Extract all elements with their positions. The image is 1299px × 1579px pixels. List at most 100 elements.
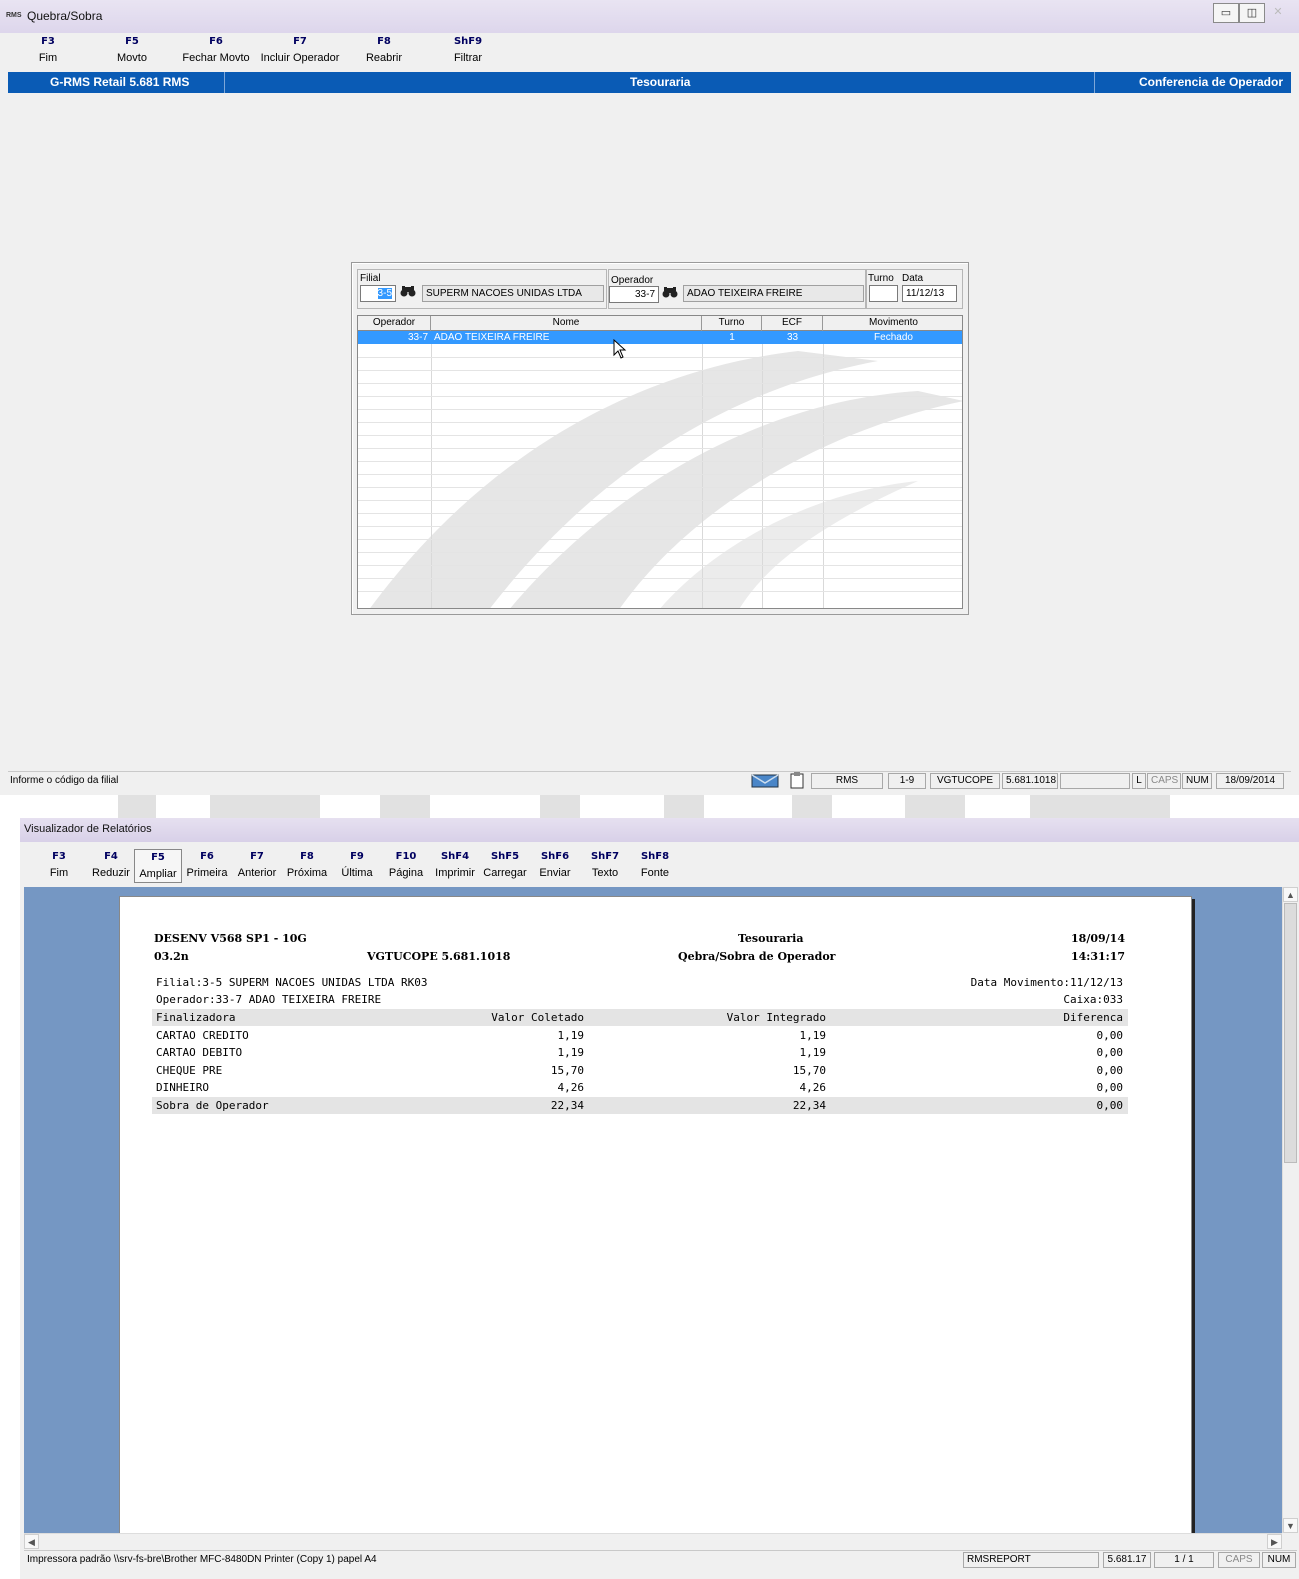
col-operador[interactable]: Operador — [358, 316, 431, 331]
report-operador-line: Operador:33-7 ADAO TEIXEIRA FREIRE — [156, 993, 382, 1006]
scroll-right-icon[interactable]: ▶ — [1267, 1534, 1282, 1549]
minimize-button[interactable]: ▭ — [1213, 3, 1239, 23]
operador-input[interactable]: 33-7 — [609, 286, 659, 303]
status-app: RMSREPORT — [963, 1552, 1099, 1568]
horizontal-scrollbar[interactable]: ◀ ▶ — [24, 1533, 1282, 1549]
f10-pagina-button[interactable]: F10 Página — [382, 849, 430, 883]
report-data-movimento: Data Movimento:11/12/13 — [970, 976, 1123, 989]
cell-movimento: Fechado — [874, 332, 913, 343]
report-row-coletado: 15,70 — [550, 1064, 584, 1077]
report-row-diferenca: 0,00 — [1096, 1081, 1124, 1094]
shf5-carregar-button[interactable]: ShF5 Carregar — [480, 849, 530, 883]
network-icon — [750, 772, 782, 789]
scroll-thumb[interactable] — [1284, 903, 1297, 1163]
status-l: L — [1132, 773, 1146, 789]
cell-operador: 33-7 — [407, 332, 428, 343]
binoculars-icon[interactable] — [661, 286, 679, 303]
report-row-integrado: 1,19 — [799, 1046, 827, 1059]
fkey-label: Fim — [49, 867, 69, 879]
shf4-imprimir-button[interactable]: ShF4 Imprimir — [430, 849, 480, 883]
report-canvas[interactable]: DESENV V568 SP1 - 10G 03.2n VGTUCOPE 5.6… — [24, 887, 1282, 1536]
report-program: VGTUCOPE 5.681.1018 — [367, 950, 511, 963]
report-row-finalizadora: CARTAO CREDITO — [156, 1029, 249, 1042]
title-bar[interactable]: Visualizador de Relatórios — [20, 818, 1299, 842]
fkey-label: Texto — [591, 867, 619, 879]
filial-label: Filial — [360, 273, 381, 284]
product-name: G-RMS Retail 5.681 RMS — [50, 75, 190, 89]
col-turno[interactable]: Turno — [702, 316, 762, 331]
title-bar[interactable]: RMS Quebra/Sobra ▭ ◫ ✕ — [0, 0, 1299, 33]
status-num: NUM — [1182, 773, 1212, 789]
data-input[interactable]: 11/12/13 — [902, 285, 957, 302]
col-ecf[interactable]: ECF — [762, 316, 823, 331]
fkey-label: Próxima — [286, 867, 328, 879]
turno-label: Turno — [868, 273, 894, 284]
fkey-label: Primeira — [186, 867, 228, 879]
f3-fim-button[interactable]: F3 Fim — [30, 849, 88, 883]
report-viewer-window: Visualizador de Relatórios F3 Fim F4 Red… — [20, 818, 1299, 1579]
f7-incluir-operador-button[interactable]: F7 Incluir Operador — [256, 34, 344, 68]
table-row[interactable]: 33-7 ADAO TEIXEIRA FREIRE 1 33 Fechado — [358, 331, 962, 344]
f3-fim-button[interactable]: F3 Fim — [8, 34, 88, 68]
fkey-code: ShF4 — [440, 851, 470, 862]
fkey-code: F3 — [41, 36, 55, 47]
col-nome[interactable]: Nome — [431, 316, 702, 331]
scroll-left-icon[interactable]: ◀ — [24, 1534, 39, 1549]
status-num: NUM — [1262, 1552, 1296, 1568]
report-col-integrado: Valor Integrado — [726, 1011, 826, 1024]
shf9-filtrar-button[interactable]: ShF9 Filtrar — [424, 34, 512, 68]
watermark-bar — [210, 795, 320, 819]
scroll-up-icon[interactable]: ▲ — [1283, 887, 1298, 902]
vertical-scrollbar[interactable]: ▲ ▼ — [1282, 887, 1298, 1533]
shf8-fonte-button[interactable]: ShF8 Fonte — [630, 849, 680, 883]
fkey-label: Página — [388, 867, 424, 879]
binoculars-icon[interactable] — [399, 285, 417, 302]
report-date: 18/09/14 — [1071, 932, 1125, 945]
status-caps: CAPS — [1147, 773, 1181, 789]
f6-fechar-movto-button[interactable]: F6 Fechar Movto — [176, 34, 256, 68]
f5-movto-button[interactable]: F5 Movto — [88, 34, 176, 68]
fkey-code: ShF7 — [590, 851, 620, 862]
turno-input[interactable] — [869, 285, 898, 302]
f8-reabrir-button[interactable]: F8 Reabrir — [344, 34, 424, 68]
report-row-finalizadora: CHEQUE PRE — [156, 1064, 223, 1077]
fkey-code: ShF6 — [540, 851, 570, 862]
f5-ampliar-button[interactable]: F5 Ampliar — [134, 849, 182, 883]
fkey-code: ShF8 — [640, 851, 670, 862]
report-row-integrado: 1,19 — [799, 1029, 827, 1042]
f4-reduzir-button[interactable]: F4 Reduzir — [88, 849, 134, 883]
report-row-coletado: 1,19 — [557, 1046, 585, 1059]
status-system: RMS — [811, 773, 883, 789]
close-button[interactable]: ✕ — [1265, 3, 1291, 23]
status-message: Informe o código da filial — [10, 775, 119, 786]
status-bar: Informe o código da filial RMS 1-9 VGTUC… — [8, 771, 1291, 789]
fkey-code: F6 — [209, 36, 223, 47]
filial-input[interactable]: 3-5 — [360, 285, 396, 302]
operador-label: Operador — [611, 275, 654, 286]
quebra-sobra-window: RMS Quebra/Sobra ▭ ◫ ✕ F3 Fim F5 Movto F… — [0, 0, 1299, 795]
col-movimento[interactable]: Movimento — [823, 316, 962, 331]
scroll-down-icon[interactable]: ▼ — [1283, 1518, 1298, 1533]
f9-ultima-button[interactable]: F9 Última — [332, 849, 382, 883]
watermark-bar — [1030, 795, 1170, 819]
maximize-button[interactable]: ◫ — [1239, 3, 1265, 23]
fkey-code: F9 — [350, 851, 364, 862]
shf7-texto-button[interactable]: ShF7 Texto — [580, 849, 630, 883]
operator-grid: Operador Nome Turno ECF Movimento 33-7 A… — [357, 315, 963, 609]
report-time: 14:31:17 — [1070, 950, 1125, 963]
fkey-code: F7 — [250, 851, 264, 862]
shf6-enviar-button[interactable]: ShF6 Enviar — [530, 849, 580, 883]
fkey-code: F5 — [151, 852, 165, 863]
f7-anterior-button[interactable]: F7 Anterior — [232, 849, 282, 883]
report-row-integrado: 15,70 — [792, 1064, 826, 1077]
status-caps: CAPS — [1218, 1552, 1260, 1568]
f6-primeira-button[interactable]: F6 Primeira — [182, 849, 232, 883]
status-printer: Impressora padrão \\srv-fs-bre\Brother M… — [27, 1554, 377, 1565]
f8-proxima-button[interactable]: F8 Próxima — [282, 849, 332, 883]
report-row-diferenca: 0,00 — [1096, 1064, 1124, 1077]
fkey-label: Anterior — [237, 867, 277, 879]
report-row-diferenca: 0,00 — [1096, 1029, 1124, 1042]
report-col-diferenca: Diferenca — [1063, 1011, 1123, 1024]
module-header-bar: G-RMS Retail 5.681 RMS Tesouraria Confer… — [8, 72, 1291, 93]
fkey-code: ShF5 — [490, 851, 520, 862]
